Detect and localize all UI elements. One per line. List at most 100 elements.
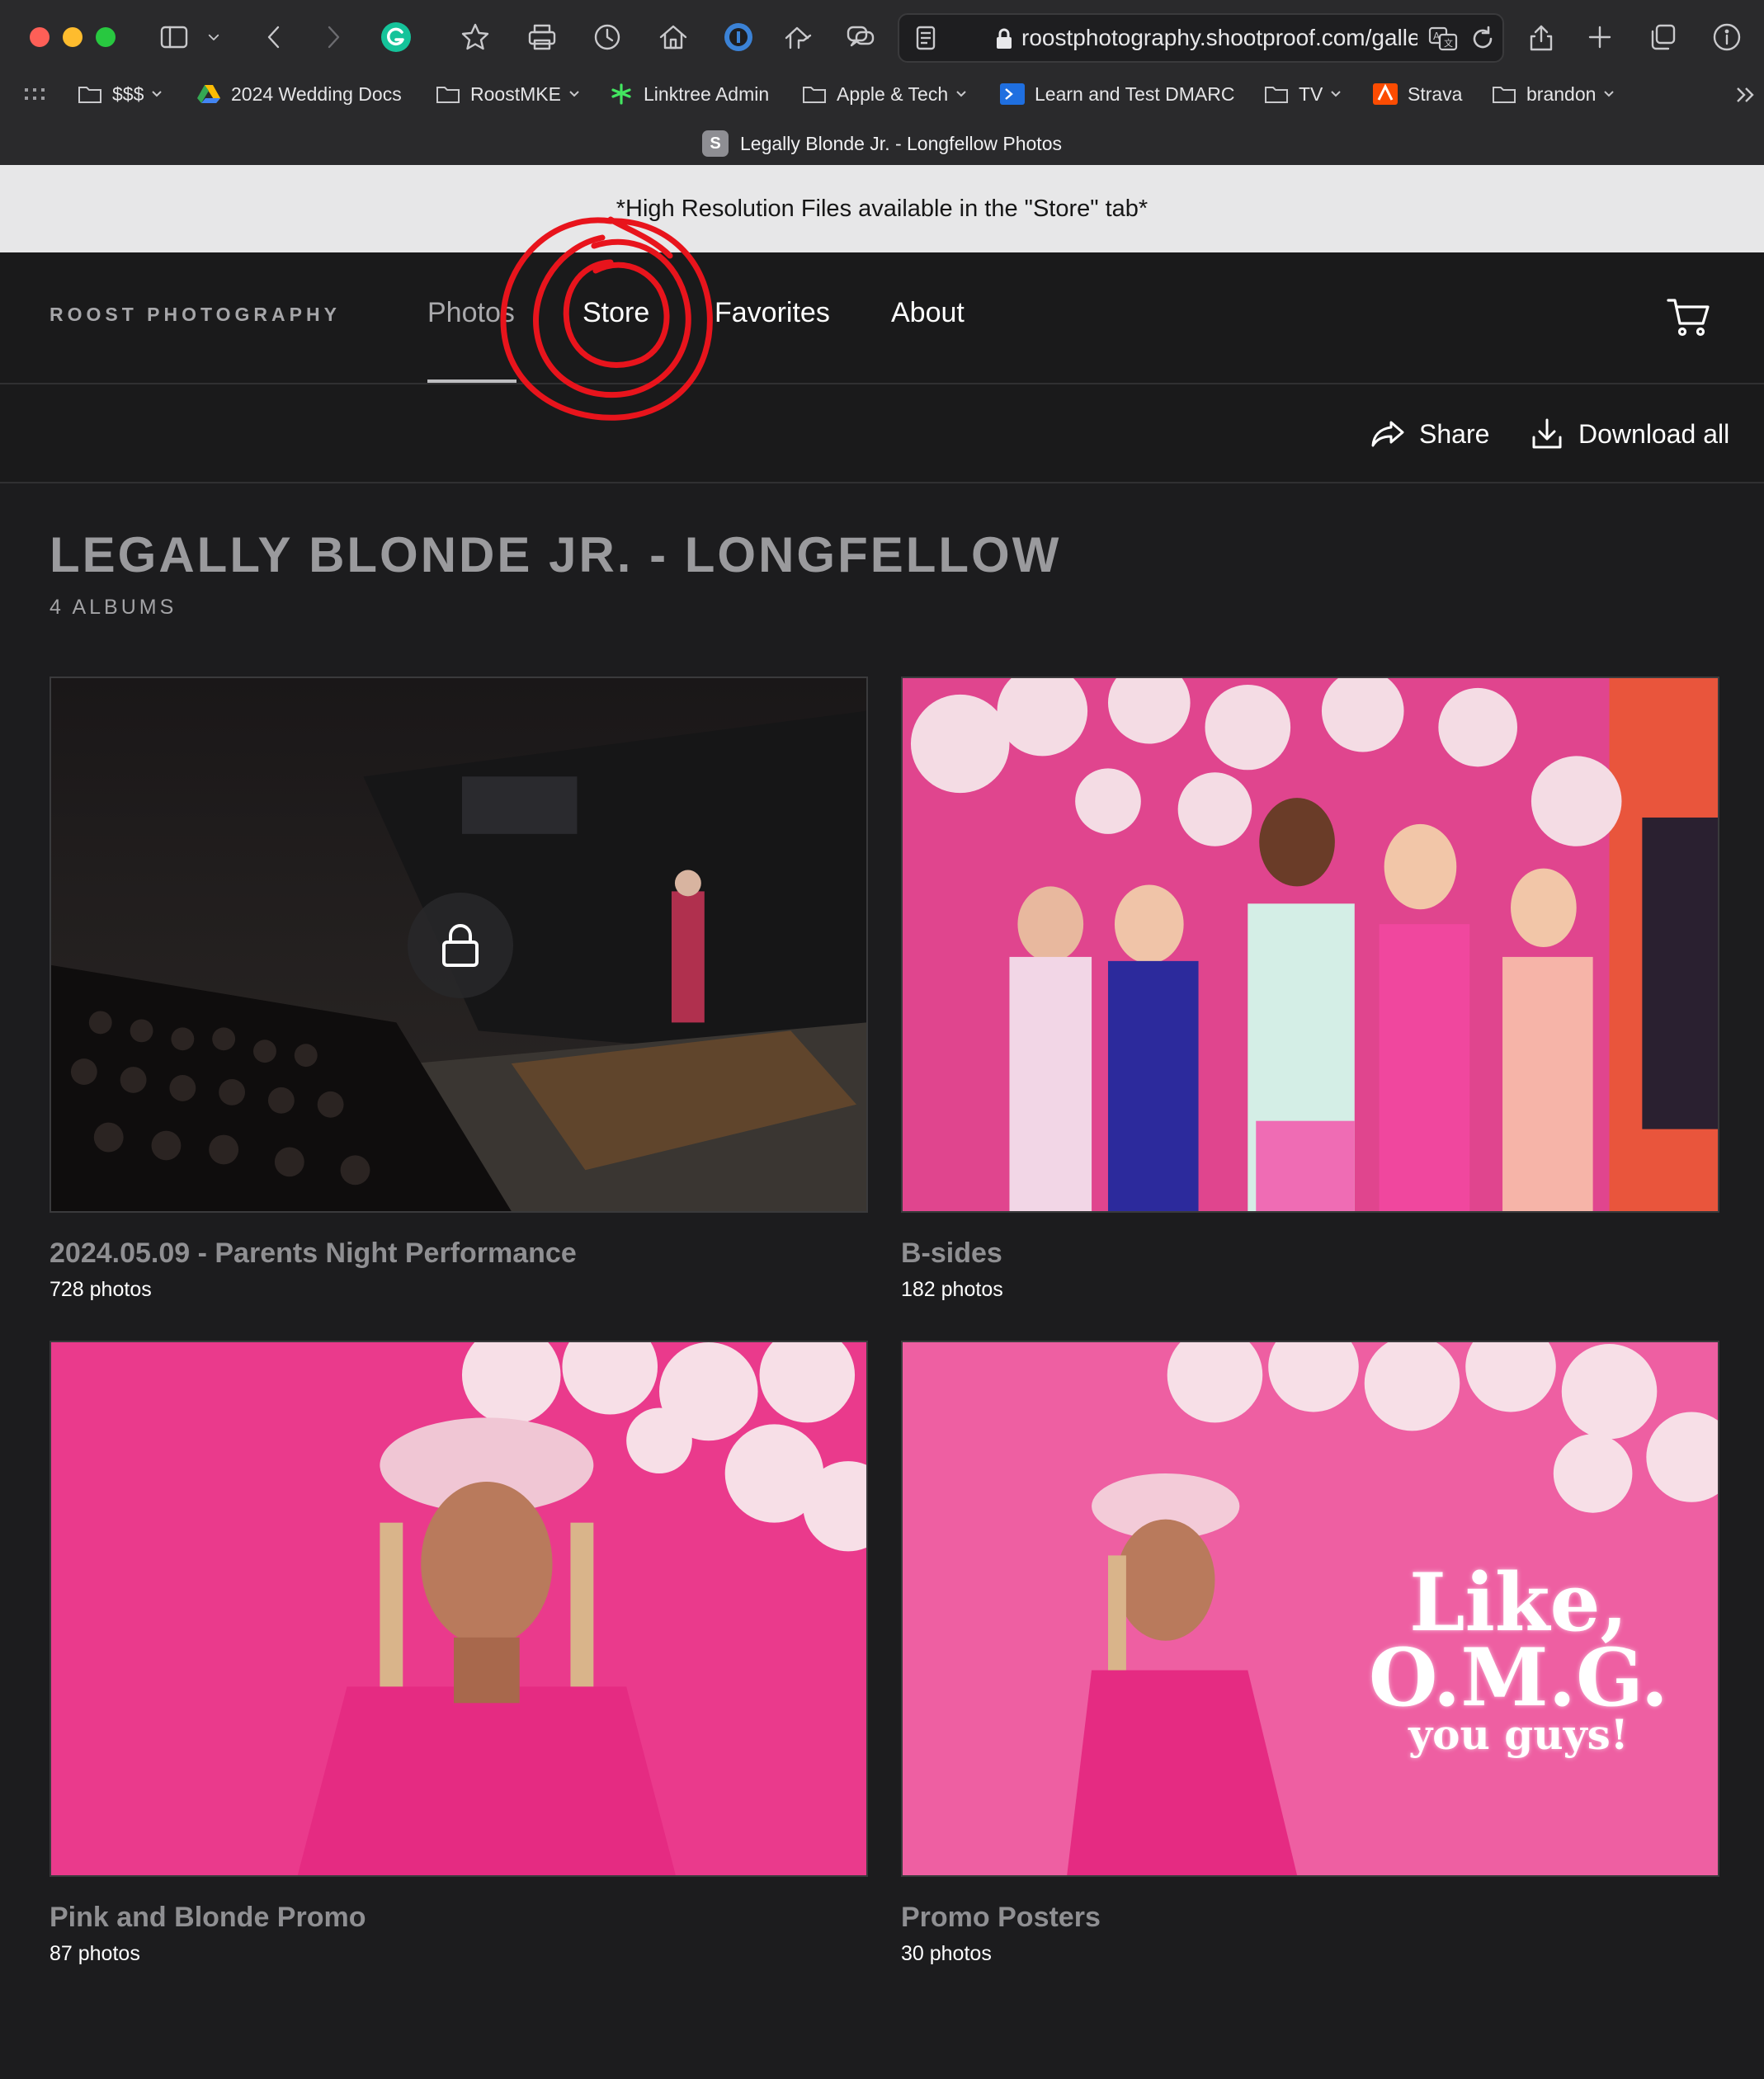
album-thumbnail[interactable] [901,676,1719,1213]
folder-icon [78,87,101,103]
grammarly-icon[interactable] [377,18,415,56]
sidebar-toggle-icon[interactable] [155,18,193,56]
folder-icon [436,87,460,103]
chevron-down-icon [152,91,163,97]
album-thumbnail[interactable] [50,676,868,1213]
poster-line: Like, [1408,1556,1628,1649]
nav-photos[interactable]: Photos [427,297,515,329]
album-photo-count: 182 photos [901,1278,1003,1301]
album-thumbnail[interactable] [50,1341,868,1877]
home-share-icon[interactable] [781,18,818,56]
close-window-button[interactable] [30,27,50,47]
browser-chrome: roostphotography.shootproof.com/galle A文… [0,0,1764,165]
bookmark-linktree[interactable]: Linktree Admin [609,76,769,112]
poster-headline: Like, O.M.G. you guys! [1368,1556,1668,1760]
album-name[interactable]: 2024.05.09 - Parents Night Performance [50,1238,868,1270]
bookmark-label: Linktree Admin [644,82,770,105]
strava-icon [1373,83,1398,105]
bookmark-label: Learn and Test DMARC [1035,82,1235,105]
tab-favicon: S [702,130,729,157]
active-tab-indicator [427,380,516,383]
bookmark-label: RoostMKE [470,82,561,105]
album-card[interactable]: Pink and Blonde Promo 87 photos [50,1341,868,1966]
forward-icon[interactable] [314,18,351,56]
album-name[interactable]: Promo Posters [901,1902,1719,1934]
locked-album-badge [408,893,513,998]
bookmark-folder-tv[interactable]: TV [1264,76,1342,112]
bookmark-wedding-docs[interactable]: 2024 Wedding Docs [196,76,402,112]
album-card[interactable]: B-sides 182 photos [901,676,1719,1302]
translate-icon[interactable]: A文 [1427,24,1459,54]
print-icon[interactable] [523,18,561,56]
album-photo-count: 30 photos [901,1942,992,1965]
album-card[interactable]: 2024.05.09 - Parents Night Performance 7… [50,676,868,1302]
album-photo-count: 87 photos [50,1942,140,1965]
album-name[interactable]: Pink and Blonde Promo [50,1902,868,1934]
chat-bubbles-icon[interactable] [842,18,880,56]
bookmark-star-icon[interactable] [456,18,494,56]
nav-favorites[interactable]: Favorites [715,297,830,329]
download-all-button[interactable]: Download all [1529,416,1729,452]
history-icon[interactable] [588,18,626,56]
album-card[interactable]: Like, O.M.G. you guys! Promo Posters 30 … [901,1341,1719,1966]
chevron-down-icon [1331,91,1342,97]
back-icon[interactable] [256,18,294,56]
banner-text: *High Resolution Files available in the … [616,195,1148,222]
download-icon [1532,418,1562,449]
folder-icon [1265,87,1288,103]
bookmark-label: Strava [1408,82,1463,105]
album-thumbnail[interactable]: Like, O.M.G. you guys! [901,1341,1719,1877]
more-bookmarks-icon[interactable] [1734,84,1757,106]
bookmark-label: TV [1299,82,1323,105]
apps-grid-icon[interactable] [23,86,46,104]
browser-toolbar: roostphotography.shootproof.com/galle A文 [0,0,1764,76]
promo-portrait-photo [51,1342,866,1875]
lock-icon [442,924,479,967]
share-arrow-icon [1371,421,1404,447]
chevron-down-icon[interactable] [201,18,226,56]
poster-line: O.M.G. [1368,1631,1668,1725]
poster-line: you guys! [1408,1710,1629,1760]
share-button[interactable]: Share [1370,416,1489,452]
reload-icon[interactable] [1469,25,1497,53]
bookmark-folder-roostmke[interactable]: RoostMKE [436,76,581,112]
bookmark-label: $$$ [112,82,144,105]
bookmark-label: brandon [1526,82,1597,105]
bookmark-folder-brandon[interactable]: brandon [1492,76,1615,112]
address-bar[interactable]: roostphotography.shootproof.com/galle A文 [898,13,1504,63]
nav-store[interactable]: Store [582,297,649,329]
bookmark-dmarc[interactable]: Learn and Test DMARC [1000,76,1234,112]
album-name[interactable]: B-sides [901,1238,1719,1270]
svg-text:文: 文 [1444,37,1453,49]
google-drive-icon [197,85,220,103]
site-nav: ROOST PHOTOGRAPHY Photos Store Favorites… [0,252,1764,384]
share-label: Share [1419,418,1490,449]
brand-logo[interactable]: ROOST PHOTOGRAPHY [50,304,341,326]
bookmark-folder-apple-tech[interactable]: Apple & Tech [802,76,968,112]
cart-icon[interactable] [1665,294,1711,340]
home-icon[interactable] [654,18,692,56]
linktree-icon [611,83,631,105]
new-tab-icon[interactable] [1581,18,1619,56]
bookmark-folder-money[interactable]: $$$ [78,76,163,112]
tab-overview-icon[interactable] [1644,18,1681,56]
terminal-icon [1000,83,1025,105]
zoom-window-button[interactable] [96,27,116,47]
bookmarks-bar: $$$ 2024 Wedding Docs RoostMKE Linktree … [0,76,1764,112]
password-manager-icon[interactable] [719,18,757,56]
url-text[interactable]: roostphotography.shootproof.com/galle [1021,25,1417,51]
cast-celebration-photo [903,678,1718,1211]
secure-lock-icon [997,28,1012,49]
info-icon[interactable] [1708,18,1746,56]
share-icon[interactable] [1522,18,1560,56]
chevron-down-icon [1604,91,1615,97]
active-tab[interactable]: S Legally Blonde Jr. - Longfellow Photos [0,122,1764,165]
reader-mode-icon[interactable] [911,23,941,53]
minimize-window-button[interactable] [63,27,83,47]
download-all-label: Download all [1578,418,1730,449]
nav-about[interactable]: About [891,297,965,329]
album-photo-count: 728 photos [50,1278,152,1301]
bookmark-label: 2024 Wedding Docs [231,82,402,105]
bookmark-strava[interactable]: Strava [1373,76,1462,112]
chevron-down-icon [956,91,966,97]
